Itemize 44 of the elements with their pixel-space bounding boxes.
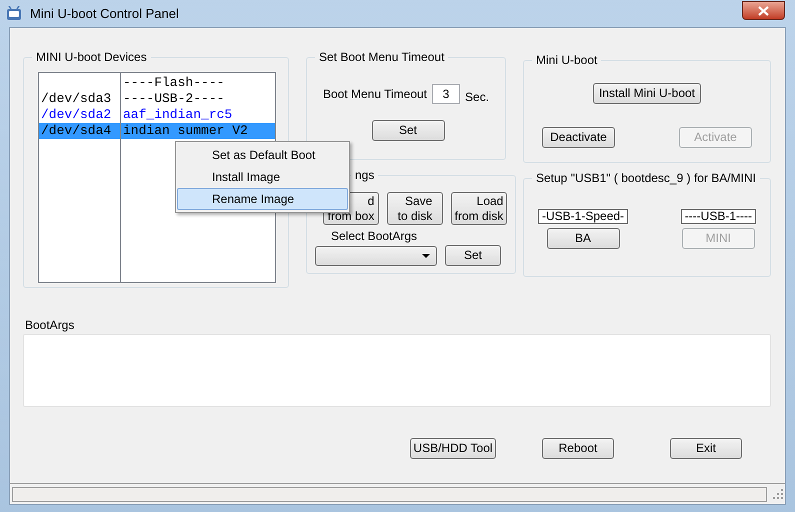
menu-item[interactable]: Set as Default Boot — [177, 144, 348, 166]
image-text-color: ----Flash---- — [123, 75, 224, 90]
image-text-color: ----USB-2---- — [123, 91, 224, 106]
image-text-color: indian summer V2 — [123, 123, 248, 138]
image-item[interactable]: ----Flash---- — [121, 75, 275, 91]
group-title: ngs — [354, 167, 376, 184]
action-button[interactable]: Exit — [670, 438, 742, 459]
set-button[interactable]: Set — [372, 120, 444, 141]
image-text-color: aaf_indian_rc5 — [123, 107, 232, 122]
device-item[interactable]: /dev/sda4 — [39, 123, 120, 139]
bootargs-select[interactable] — [315, 246, 437, 266]
select-label: Select BootArgs — [331, 228, 418, 245]
close-button[interactable] — [742, 1, 785, 20]
image-item[interactable]: aaf_indian_rc5 — [121, 107, 275, 123]
settings-button[interactable]: Save to disk — [387, 192, 443, 225]
group-title: Mini U-boot — [535, 52, 598, 69]
activation-button[interactable]: Deactivate — [542, 127, 615, 148]
device-item[interactable]: /dev/sda3 — [39, 91, 120, 107]
app-icon — [6, 6, 22, 22]
group-title: MINI U-boot Devices — [35, 49, 148, 66]
dropdown-icon — [422, 254, 430, 258]
usb-field: ----USB-1---- — [680, 209, 756, 224]
resize-grip-icon — [773, 489, 783, 499]
device-item[interactable]: /dev/sda2 — [39, 107, 120, 123]
action-button[interactable]: Reboot — [542, 438, 614, 459]
bootargs-field[interactable] — [23, 334, 771, 407]
timeout-label: Boot Menu Timeout — [322, 86, 428, 103]
close-icon — [758, 6, 769, 16]
unit-label: Sec. — [465, 89, 490, 106]
mode-button[interactable]: BA — [546, 228, 620, 249]
image-item[interactable]: indian summer V2 — [121, 123, 275, 139]
set-button[interactable]: Set — [445, 245, 501, 266]
menu-item[interactable]: Rename Image — [177, 188, 348, 210]
timeout-field[interactable]: 3 — [432, 84, 460, 104]
menu-item[interactable]: Install Image — [177, 166, 348, 188]
settings-button[interactable]: Load from disk — [451, 192, 507, 225]
group-title: Set Boot Menu Timeout — [318, 49, 446, 66]
group-title: Setup "USB1" ( bootdesc_9 ) for BA/MINI — [535, 170, 757, 187]
window-title: Mini U-boot Control Panel — [30, 4, 179, 23]
action-button[interactable]: USB/HDD Tool — [410, 438, 496, 459]
image-item[interactable]: ----USB-2---- — [121, 91, 275, 107]
usb-field: -USB-1-Speed- — [538, 209, 628, 224]
bootargs-label: BootArgs — [25, 317, 76, 334]
install-button[interactable]: Install Mini U-boot — [593, 83, 701, 104]
